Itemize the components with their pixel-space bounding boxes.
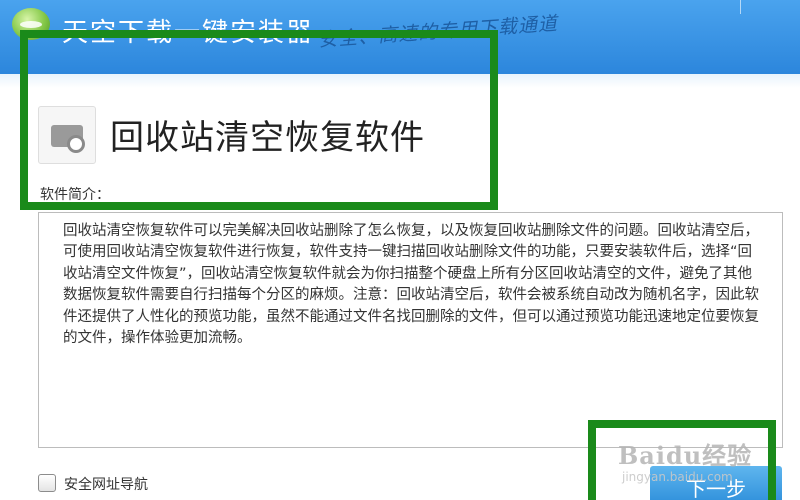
titlebar-divider bbox=[740, 0, 741, 14]
disk-recovery-icon bbox=[38, 106, 96, 164]
baidu-watermark: Baidu经验 bbox=[618, 441, 753, 470]
intro-text: 回收站清空恢复软件可以完美解决回收站删除了怎么恢复，以及恢复回收站删除文件的问题… bbox=[63, 223, 759, 347]
safe-nav-checkbox[interactable] bbox=[38, 474, 56, 492]
app-logo-icon bbox=[12, 8, 50, 40]
intro-label: 软件简介： bbox=[40, 187, 110, 203]
intro-textbox[interactable]: 回收站清空恢复软件可以完美解决回收站删除了怎么恢复，以及恢复回收站删除文件的问题… bbox=[38, 212, 783, 448]
header-fade bbox=[0, 74, 800, 88]
baidu-watermark-url: jingyan.baidu.com bbox=[622, 470, 733, 484]
safe-nav-checkbox-label[interactable]: 安全网址导航 bbox=[64, 474, 148, 494]
product-name: 回收站清空恢复软件 bbox=[110, 118, 425, 158]
app-title: 天空下载一键安装器 bbox=[62, 18, 315, 48]
disc-shape bbox=[67, 135, 85, 153]
